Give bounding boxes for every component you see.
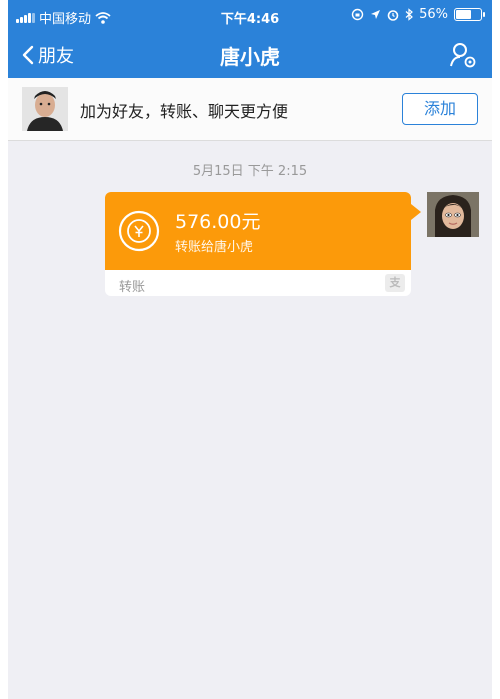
transfer-icon bbox=[118, 210, 160, 252]
add-friend-button[interactable]: 添加 bbox=[402, 93, 478, 125]
status-right: 56% bbox=[351, 7, 485, 22]
bubble-tail bbox=[411, 204, 421, 220]
battery-icon bbox=[454, 8, 485, 21]
transfer-card[interactable]: 576.00元 转账给唐小虎 转账 支 bbox=[105, 192, 411, 296]
location-icon bbox=[371, 10, 381, 19]
lock-rotation-icon bbox=[351, 8, 364, 21]
chat-title: 唐小虎 bbox=[220, 45, 280, 69]
profile-settings-icon[interactable] bbox=[448, 40, 478, 70]
transfer-description: 转账给唐小虎 bbox=[175, 240, 254, 255]
sender-avatar[interactable] bbox=[427, 192, 479, 237]
phone-screen: 中国移动 下午4:46 56% 朋友 唐小虎 加为好友，转账、聊天更方便 添加 … bbox=[8, 0, 492, 699]
add-friend-bar: 加为好友，转账、聊天更方便 添加 bbox=[8, 78, 492, 141]
alarm-icon bbox=[387, 9, 399, 21]
status-bar: 中国移动 下午4:46 56% bbox=[8, 0, 492, 30]
nav-bar: 朋友 唐小虎 bbox=[8, 30, 492, 78]
message-timestamp: 5月15日 下午 2:15 bbox=[192, 164, 308, 179]
transfer-footer-label: 转账 bbox=[119, 280, 146, 295]
battery-level bbox=[456, 10, 471, 19]
add-friend-prompt: 加为好友，转账、聊天更方便 bbox=[80, 102, 289, 121]
battery-percent: 56% bbox=[419, 7, 448, 22]
transfer-amount: 576.00元 bbox=[175, 211, 261, 233]
friend-avatar[interactable] bbox=[22, 87, 68, 131]
bluetooth-icon bbox=[405, 8, 414, 21]
transfer-card-header: 576.00元 转账给唐小虎 bbox=[105, 192, 411, 270]
alipay-icon: 支 bbox=[385, 274, 405, 292]
